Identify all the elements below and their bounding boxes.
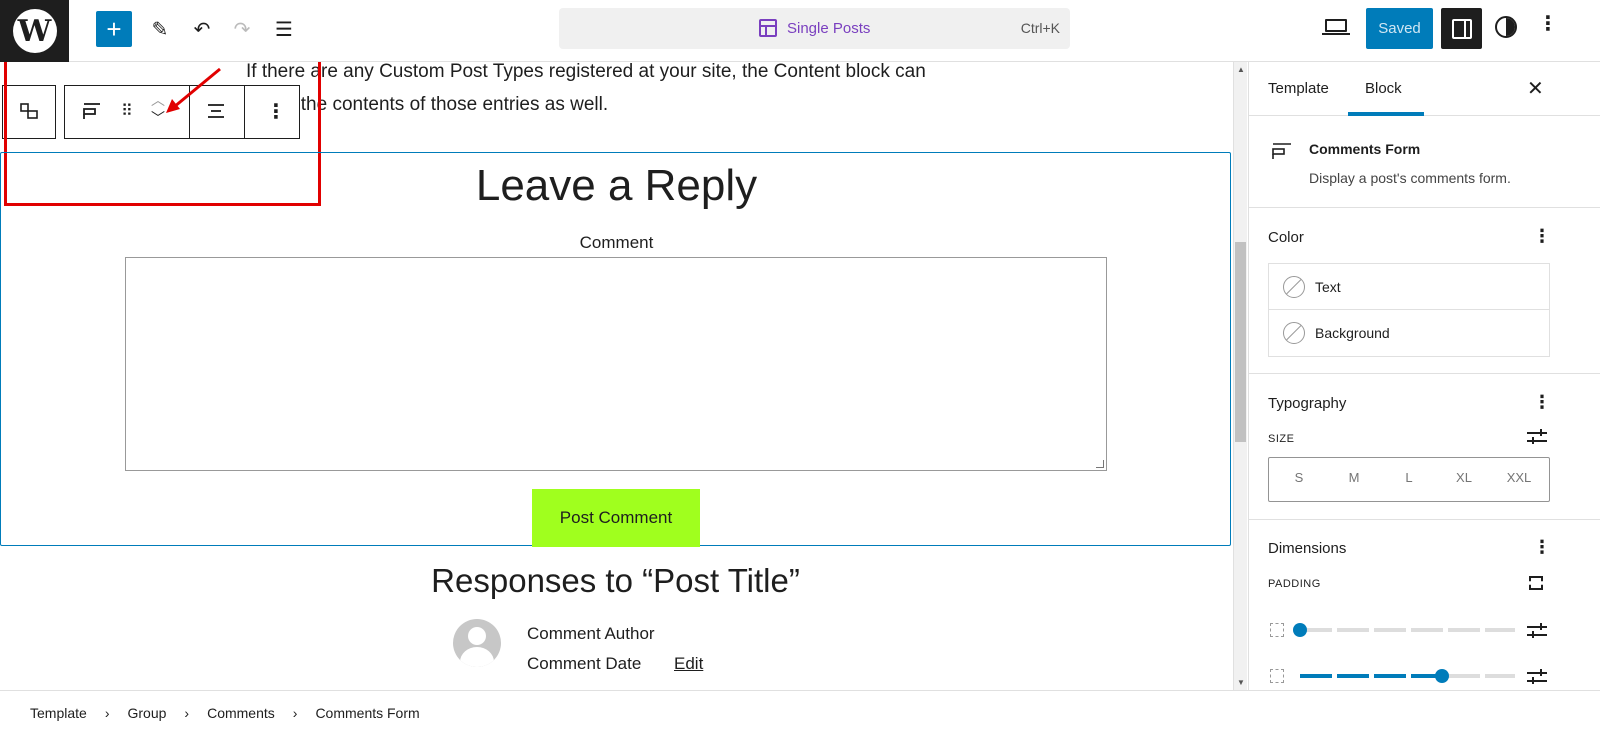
dimensions-panel-title: Dimensions [1268,540,1347,557]
font-size-picker: S M L XL XXL [1268,457,1550,502]
comment-textarea[interactable] [125,257,1107,471]
typography-options-icon[interactable]: ⋮ [1533,392,1551,413]
annotation-arrow-icon [166,67,221,113]
comments-form-block[interactable]: Leave a Reply Comment Post Comment [0,152,1231,547]
padding-label: PADDING [1268,578,1321,590]
breadcrumb-item-template[interactable]: Template [30,705,87,721]
slider-knob[interactable] [1293,623,1307,637]
custom-size-tune-icon[interactable] [1527,429,1547,445]
color-panel-title: Color [1268,229,1304,246]
sidebar-tabs: Template Block ✕ [1249,62,1600,116]
padding-vertical-slider[interactable] [1293,623,1515,637]
plus-icon: + [106,13,122,44]
padding-horizontal-tune-icon[interactable] [1527,669,1547,685]
editor-canvas: If there are any Custom Post Types regis… [0,62,1233,690]
breadcrumb-item-comments[interactable]: Comments [207,705,275,721]
panel-divider [1249,519,1600,520]
chevron-right-icon: › [292,704,298,721]
scroll-up-icon[interactable]: ▲ [1237,65,1245,74]
post-comment-button[interactable]: Post Comment [532,489,700,547]
comments-form-icon [1272,143,1291,159]
edit-link[interactable]: Edit [674,654,703,674]
block-card: Comments Form Display a post's comments … [1249,116,1600,208]
breadcrumb-item-group[interactable]: Group [127,705,166,721]
more-vertical-icon: ⋮ [1538,13,1558,35]
undo-button[interactable]: ↶ [184,11,220,47]
breadcrumb-item-comments-form: Comments Form [315,704,420,721]
sidebar-icon [1451,18,1472,39]
size-option-xl[interactable]: XL [1444,470,1484,485]
size-option-m[interactable]: M [1334,470,1374,485]
color-options-icon[interactable]: ⋮ [1533,226,1551,247]
intro-paragraph[interactable]: If there are any Custom Post Types regis… [246,62,986,121]
laptop-base [1322,33,1350,35]
color-item-text[interactable]: Text [1269,264,1549,310]
intro-line-1: If there are any Custom Post Types regis… [246,62,926,82]
slider-knob[interactable] [1435,669,1449,683]
block-breadcrumb: Template › Group › Comments › Comments F… [0,690,1600,734]
size-option-l[interactable]: L [1389,470,1429,485]
color-item-background[interactable]: Background [1269,310,1549,356]
block-card-description: Display a post's comments form. [1309,170,1511,186]
size-option-xxl[interactable]: XXL [1499,470,1539,485]
template-layout-icon [759,19,777,37]
size-option-s[interactable]: S [1279,470,1319,485]
color-item-label: Background [1315,325,1390,341]
command-title-wrap: Single Posts [759,19,870,37]
size-label: SIZE [1268,433,1295,445]
intro-line-2: y the contents of those entries as well. [286,94,609,115]
redo-button[interactable]: ↷ [224,11,260,47]
command-shortcut: Ctrl+K [1020,20,1060,36]
chevron-right-icon: › [104,704,110,721]
saved-button[interactable]: Saved [1366,8,1433,49]
panel-divider [1249,373,1600,374]
options-menu-button[interactable]: ⋮ [1538,14,1558,34]
padding-horizontal-slider[interactable] [1300,669,1515,683]
redo-icon: ↷ [233,18,251,41]
chevron-right-icon: › [184,704,190,721]
reply-title: Leave a Reply [475,161,758,210]
avatar-head [468,627,486,645]
wordpress-logo-button[interactable]: W [0,0,69,62]
device-preview-button[interactable] [1322,16,1350,40]
command-title: Single Posts [787,19,871,37]
padding-link-icon[interactable] [1529,576,1543,590]
responses-title: Responses to “Post Title” [431,562,800,599]
scrollbar-thumb[interactable] [1235,242,1246,442]
typography-panel-title: Typography [1268,395,1347,412]
block-card-title: Comments Form [1309,141,1421,157]
settings-sidebar: Template Block ✕ Comments Form Display a… [1248,62,1600,690]
comment-date: Comment Date [527,654,642,673]
color-list: Text Background [1268,263,1550,357]
undo-icon: ↶ [193,18,211,41]
scroll-down-icon[interactable]: ▼ [1237,678,1245,687]
canvas-scrollbar[interactable]: ▲ ▼ [1233,62,1247,690]
list-view-icon: ☰ [275,18,293,41]
settings-sidebar-toggle[interactable] [1441,8,1482,49]
tab-template[interactable]: Template [1268,80,1329,97]
no-color-swatch-icon [1283,275,1305,298]
tools-button[interactable]: ✎ [142,11,178,47]
tab-block[interactable]: Block [1365,80,1402,97]
resize-grip-icon[interactable] [1096,460,1104,468]
color-item-label: Text [1315,278,1341,295]
command-palette-bar[interactable]: Single Posts Ctrl+K [559,8,1070,49]
close-icon[interactable]: ✕ [1527,76,1544,101]
wordpress-logo-icon: W [12,9,57,53]
avatar [453,619,501,667]
no-color-swatch-icon [1283,322,1305,344]
avatar-body [460,647,494,667]
padding-horizontal-icon [1270,669,1284,683]
block-inserter-button[interactable]: + [96,11,132,47]
comment-label: Comment [579,233,654,252]
document-overview-button[interactable]: ☰ [266,11,302,47]
laptop-icon [1325,19,1347,32]
styles-button[interactable] [1495,16,1517,38]
pencil-icon: ✎ [151,18,169,41]
padding-vertical-tune-icon[interactable] [1527,623,1547,639]
padding-vertical-icon [1270,623,1284,637]
editor-header: W + ✎ ↶ ↷ ☰ Single Posts Ctrl+K Saved ⋮ [0,0,1600,62]
comment-author: Comment Author [527,624,655,643]
dimensions-options-icon[interactable]: ⋮ [1533,537,1551,558]
